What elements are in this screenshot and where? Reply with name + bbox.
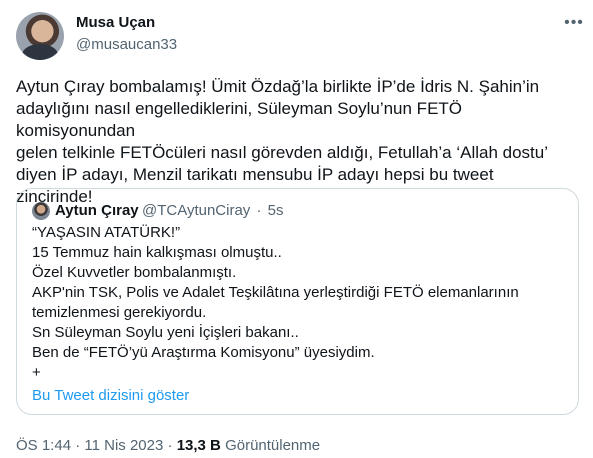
quoted-time[interactable]: 5s (268, 202, 284, 219)
quoted-tweet[interactable]: Aytun Çıray @TCAytunCiray · 5s “YAŞASIN … (16, 188, 579, 415)
quoted-line: Ben de “FETÖ’yü Araştırma Komisyonu” üye… (32, 344, 375, 361)
quoted-separator: · (256, 202, 262, 219)
quoted-line: + (32, 364, 41, 381)
quoted-meta: @TCAytunCiray · 5s (142, 202, 286, 219)
quoted-author-name[interactable]: Aytun Çıray (55, 202, 139, 219)
author-name[interactable]: Musa Uçan (76, 14, 155, 31)
quoted-author-handle[interactable]: @TCAytunCiray (142, 202, 250, 219)
quoted-line: Özel Kuvvetler bombalanmıştı. (32, 264, 237, 281)
quoted-line: Sn Süleyman Soylu yeni İçişleri bakanı.. (32, 324, 299, 341)
quoted-author-avatar[interactable] (32, 202, 50, 220)
author-avatar[interactable] (16, 12, 64, 60)
show-thread-link[interactable]: Bu Tweet dizisini göster (32, 387, 189, 404)
views-count[interactable]: 13,3 B (177, 437, 221, 454)
quoted-text: “YAŞASIN ATATÜRK!” 15 Temmuz hain kalkış… (32, 223, 567, 383)
tweet-date[interactable]: 11 Nis 2023 (84, 437, 163, 454)
tweet-time[interactable]: ÖS 1:44 (16, 437, 71, 454)
quoted-line: “YAŞASIN ATATÜRK!” (32, 224, 181, 241)
quoted-line: temizlenmesi gerekiyordu. (32, 304, 207, 321)
footer-separator: · (75, 437, 81, 454)
views-label[interactable]: Görüntülenme (225, 437, 320, 454)
more-icon[interactable]: ••• (564, 14, 584, 32)
tweet-footer: ÖS 1:44 · 11 Nis 2023 · 13,3 B Görüntüle… (16, 437, 320, 454)
quoted-line: AKP'nin TSK, Polis ve Adalet Teşkilâtına… (32, 284, 519, 301)
author-handle[interactable]: @musaucan33 (76, 36, 177, 53)
quoted-line: 15 Temmuz hain kalkışması olmuştu.. (32, 244, 282, 261)
footer-separator: · (167, 437, 173, 454)
